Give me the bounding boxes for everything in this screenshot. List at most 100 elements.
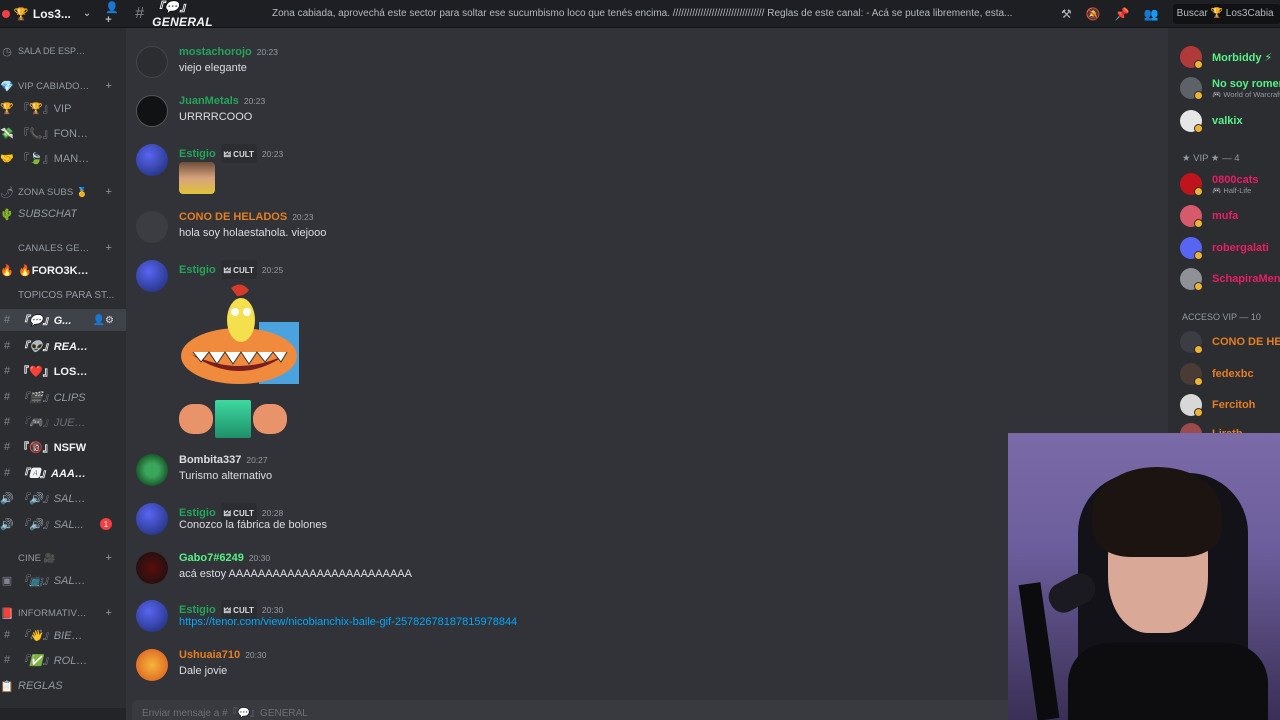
message-time: 20:25 — [261, 264, 284, 275]
message-author[interactable]: Estigio — [179, 148, 216, 160]
add-user-icon[interactable]: 👤+ — [105, 1, 125, 26]
plus-icon[interactable]: + — [105, 242, 112, 254]
sidebar-item-sala-2[interactable]: 🔊 『🔊』SAL... 1 — [0, 513, 126, 535]
channel-topic[interactable]: Zona cabiada, aprovechá este sector para… — [272, 8, 1047, 19]
sidebar-item-label: 『🔊』SALA #1 — [18, 493, 90, 505]
sidebar-item-roles[interactable]: # 『✅』ROLES — [0, 649, 126, 671]
avatar[interactable] — [136, 454, 168, 486]
member-item[interactable]: CONO DE HE — [1180, 329, 1280, 355]
member-item[interactable]: mufa — [1180, 203, 1280, 229]
sidebar-item-sala-1[interactable]: 🔊 『🔊』SALA #1 — [0, 487, 126, 509]
member-item[interactable]: fedexbc — [1180, 361, 1280, 387]
category-canales-generales[interactable]: CANALES GEN... + — [0, 237, 126, 259]
message-text: Dale jovie — [179, 665, 228, 677]
message-author[interactable]: Estigio — [179, 264, 216, 276]
sidebar-item-sala-d[interactable]: ▣ 『📺』SALA D... — [0, 569, 126, 591]
message-link[interactable]: https://tenor.com/view/nicobianchix-bail… — [179, 616, 517, 628]
chevron-down-icon[interactable]: ⌄ — [83, 8, 91, 19]
message-time: 20:30 — [245, 650, 267, 660]
sidebar-item-sala-espera[interactable]: ◷ SALA DE ESPER... — [0, 40, 126, 62]
sidebar-item-juegos[interactable]: # 『🎮』JUEGOS — [0, 411, 126, 433]
member-item[interactable]: robergalati — [1180, 235, 1280, 261]
chicken-sticker[interactable] — [179, 282, 301, 390]
message-author[interactable]: Ushuaia710 — [179, 649, 240, 661]
sidebar-item-topicos[interactable]: TOPICOS PARA ST... — [0, 284, 126, 306]
sidebar-item-reglas[interactable]: 📋 REGLAS — [0, 675, 126, 697]
avatar[interactable] — [136, 552, 168, 584]
category-vip-cabiado[interactable]: 💎 VIP CABIADO ... + — [0, 75, 126, 97]
sidebar-item-vip[interactable]: 🏆 『🏆』VIP — [0, 97, 126, 119]
sidebar-item-los3cabia[interactable]: # 『❤️』LOS3CA... — [0, 360, 126, 382]
member-item[interactable]: 0800cats 🎮 Half-Life — [1180, 171, 1280, 197]
trophy-icon: 🏆 — [13, 6, 29, 21]
search-input[interactable]: Buscar 🏆 Los3Cabia — [1172, 3, 1280, 24]
sidebar-item-general[interactable]: # 『💬』G... 👤⚙ — [0, 309, 126, 331]
message-author[interactable]: Gabo7#6249 — [179, 552, 244, 564]
member-item[interactable]: valkix — [1180, 108, 1280, 134]
member-item[interactable]: SchapiraMent — [1180, 266, 1280, 292]
avatar[interactable] — [136, 503, 168, 535]
hash-icon: # — [135, 4, 145, 22]
sidebar-item-label: 『🅰』AAAAA... — [18, 468, 90, 480]
sidebar-item-label: SALA DE ESPER... — [18, 46, 90, 56]
tv-icon: ▣ — [1, 574, 13, 587]
speaker-icon: 🔊 — [0, 518, 14, 531]
message-author[interactable]: Estigio — [179, 507, 216, 519]
member-item[interactable]: Fercitoh — [1180, 392, 1280, 418]
plus-icon[interactable]: + — [105, 186, 112, 198]
role-tag: 🜲 CULT — [220, 260, 257, 279]
message-author[interactable]: Estigio — [179, 604, 216, 616]
members-icon[interactable]: 👥 — [1144, 7, 1159, 21]
sidebar-item-aaaaa[interactable]: # 『🅰』AAAAA... — [0, 462, 126, 484]
avatar[interactable] — [136, 649, 168, 681]
avatar[interactable] — [136, 46, 168, 78]
message-time: 20:23 — [243, 96, 266, 106]
sidebar-item-clips[interactable]: # 『🎬』CLIPS — [0, 386, 126, 408]
sidebar-item-nsfw[interactable]: # 『🔞』NSFW — [0, 436, 126, 458]
header-toolbar: ⚒ 🔕 📌 👥 — [1061, 7, 1159, 21]
hash-icon: # — [3, 629, 11, 641]
plus-icon[interactable]: + — [105, 607, 112, 619]
emoji-sticker[interactable] — [179, 162, 215, 194]
flex-emoji-row[interactable] — [179, 400, 289, 438]
category-zona-subs[interactable]: 🌶 ZONA SUBS 🏅 + — [0, 181, 126, 203]
message-author[interactable]: JuanMetals — [179, 95, 239, 107]
category-label: CANALES GEN... — [18, 242, 90, 254]
category-cine[interactable]: CINE 🎥 + — [0, 547, 126, 569]
message-text: Conozco la fábrica de bolones — [179, 519, 327, 531]
threads-icon[interactable]: ⚒ — [1061, 7, 1072, 21]
sidebar-item-fonochat[interactable]: 💸 『📞』FONOCHAT — [0, 122, 126, 144]
channel-settings-icon[interactable]: 👤⚙ — [93, 315, 114, 326]
message-author[interactable]: mostachorojo — [179, 46, 252, 58]
message-time: 20:23 — [256, 47, 279, 57]
flex-arm-icon — [253, 404, 287, 434]
sidebar-item-reacciones[interactable]: # 『👽』REACCI... — [0, 335, 126, 357]
pin-icon[interactable]: 📌 — [1115, 7, 1130, 21]
avatar — [1180, 173, 1203, 196]
sidebar-item-management[interactable]: 🤝 『🍃』MANAGEM... — [0, 147, 126, 169]
avatar[interactable] — [136, 211, 168, 243]
sidebar-item-label: 『❤️』LOS3CA... — [18, 366, 90, 378]
avatar[interactable] — [136, 260, 168, 292]
sidebar-item-subschat[interactable]: 🌵 SUBSCHAT — [0, 203, 126, 225]
sidebar-item-foro3k[interactable]: 🔥 🔥FORO3K🔥 — [0, 259, 126, 281]
server-header[interactable]: 🏆 Los3... ⌄ 👤+ — [0, 0, 125, 28]
avatar[interactable] — [136, 600, 168, 632]
member-item[interactable]: Morbiddy ⚡ — [1180, 44, 1280, 70]
sidebar-item-label: 『👽』REACCI... — [18, 341, 90, 353]
category-informativo[interactable]: 📕 INFORMATIVO... + — [0, 602, 126, 624]
member-item[interactable]: No soy romero🎮 World of Warcraft — [1180, 75, 1280, 101]
plus-icon[interactable]: + — [105, 552, 112, 564]
message-text: hola soy holaestahola. viejooo — [179, 227, 327, 239]
top-bar: 🏆 Los3... ⌄ 👤+ # 『💬』GENERAL Zona cabiada… — [0, 0, 1280, 29]
message-author[interactable]: Bombita337 — [179, 454, 241, 466]
mute-bell-icon[interactable]: 🔕 — [1086, 7, 1101, 21]
avatar[interactable] — [136, 144, 168, 176]
message-author[interactable]: CONO DE HELADOS — [179, 211, 287, 223]
message-time: 20:23 — [292, 212, 314, 222]
member-name: 0800cats — [1212, 173, 1259, 186]
sidebar-item-bienvenida[interactable]: # 『👋』BIENVE... — [0, 624, 126, 646]
avatar[interactable] — [136, 95, 168, 127]
plus-icon[interactable]: + — [105, 80, 112, 92]
unread-badge: 1 — [100, 518, 112, 530]
